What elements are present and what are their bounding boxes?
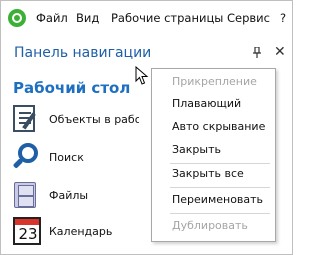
menu-separator <box>170 187 270 188</box>
search-icon <box>11 142 41 172</box>
ctx-item-close-all[interactable]: Закрыть все <box>172 167 244 180</box>
calendar-icon: 23 <box>11 216 41 246</box>
ctx-item-floating[interactable]: Плавающий <box>172 97 241 110</box>
context-menu: Прикрепление Плавающий Авто скрывание За… <box>151 68 276 242</box>
nav-item-label: Файлы <box>49 189 89 202</box>
file-cabinet-icon <box>11 180 41 210</box>
nav-item-label: Календарь <box>49 225 113 238</box>
ctx-item-close[interactable]: Закрыть <box>172 143 221 156</box>
application-window: Файл Вид Рабочие страницы Сервис ? Панел… <box>0 0 293 255</box>
menu-service[interactable]: Сервис <box>227 11 270 25</box>
menu-workpages[interactable]: Рабочие страницы <box>111 11 223 25</box>
menu-view[interactable]: Вид <box>76 11 99 25</box>
ctx-item-duplicate: Дублировать <box>172 219 248 232</box>
menu-bar: Файл Вид Рабочие страницы Сервис ? <box>1 1 292 35</box>
ctx-item-rename[interactable]: Переименовать <box>172 193 263 206</box>
menu-separator <box>170 163 270 164</box>
section-title-desktop: Рабочий стол <box>13 79 131 97</box>
pin-icon[interactable] <box>252 46 262 62</box>
ctx-item-autohide[interactable]: Авто скрывание <box>172 120 265 133</box>
document-edit-icon <box>11 104 41 134</box>
nav-item-label: Поиск <box>49 151 84 164</box>
app-logo-icon[interactable] <box>8 9 26 27</box>
nav-panel-title: Панель навигации <box>14 45 152 61</box>
menu-help[interactable]: ? <box>280 11 286 25</box>
nav-panel-header: Панель навигации ✕ <box>2 41 292 65</box>
close-icon[interactable]: ✕ <box>274 44 286 60</box>
mouse-cursor-icon <box>135 66 149 85</box>
calendar-day-number: 23 <box>18 225 38 243</box>
nav-item-label: Объекты в рабо <box>49 113 139 126</box>
ctx-item-attach: Прикрепление <box>172 75 257 88</box>
menu-file[interactable]: Файл <box>36 11 68 25</box>
menu-separator <box>170 213 270 214</box>
